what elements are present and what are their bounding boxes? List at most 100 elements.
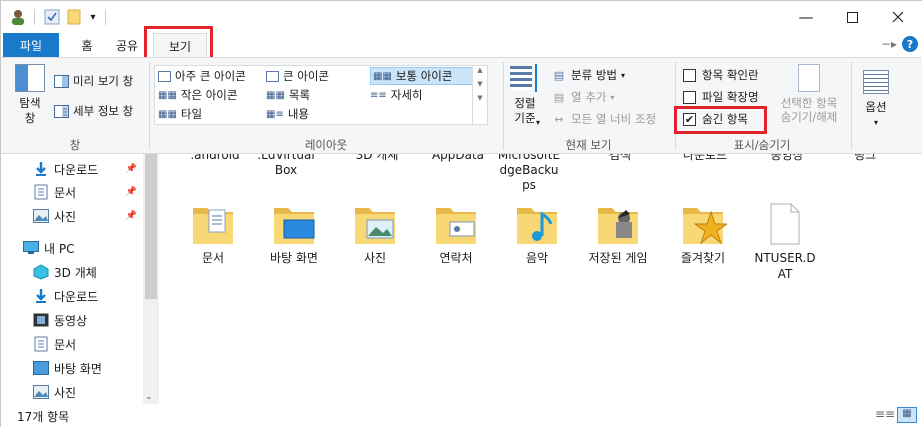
folder-item[interactable]: 연락처 bbox=[414, 200, 498, 266]
sidebar-item[interactable]: 문서 📌 bbox=[1, 181, 141, 203]
saved-games-folder-icon bbox=[594, 200, 642, 248]
minimize-button[interactable]: — bbox=[783, 1, 829, 33]
details-icon: ≡≡ bbox=[370, 89, 387, 101]
user-folder-icon bbox=[9, 8, 27, 26]
preview-pane-icon bbox=[53, 74, 69, 88]
sidebar-item[interactable]: 다운로드 📌 bbox=[1, 158, 141, 180]
layout-tiles[interactable]: ▦▦ 타일 bbox=[158, 105, 202, 123]
folder-item[interactable]: 사진 bbox=[333, 200, 417, 266]
help-icon[interactable]: ? bbox=[902, 36, 918, 52]
partial-item-label[interactable]: AppData bbox=[416, 154, 500, 163]
navigation-pane: 다운로드 📌 문서 📌 사진 📌 내 PC 3D 개체 다운로드 동영상 문서 바탕 화면 사진 ⌄ bbox=[1, 154, 159, 404]
sidebar-item[interactable]: 3D 개체 bbox=[1, 261, 141, 283]
documents-icon bbox=[33, 184, 49, 200]
file-name-extensions-checkbox[interactable] bbox=[683, 90, 696, 104]
folder-item-label: 연락처 bbox=[439, 251, 473, 265]
sidebar-item[interactable]: 문서 bbox=[1, 333, 141, 355]
scroll-down-icon[interactable]: ⌄ bbox=[145, 392, 153, 402]
extra-large-icons-icon bbox=[158, 70, 171, 82]
sidebar-item-label: 동영상 bbox=[54, 313, 88, 328]
group-by-button[interactable]: ▤ 분류 방법 ▾ bbox=[551, 66, 625, 84]
sidebar-item[interactable]: 동영상 bbox=[1, 309, 141, 331]
folder-item[interactable]: 바탕 화면 bbox=[252, 200, 336, 266]
folder-item[interactable]: 저장된 게임 bbox=[576, 200, 660, 266]
gallery-up-icon[interactable]: ▲ bbox=[473, 66, 487, 74]
navigation-pane-icon bbox=[15, 64, 45, 92]
sidebar-item[interactable]: 사진 📌 bbox=[1, 205, 141, 227]
large-icons-view-icon[interactable]: ▦ bbox=[897, 407, 917, 423]
folder-item-label: 사진 bbox=[363, 251, 387, 265]
folder-item-label: 즐겨찾기 bbox=[680, 251, 726, 265]
maximize-button[interactable] bbox=[829, 1, 875, 33]
pin-ribbon-icon[interactable]: −▸ bbox=[881, 37, 897, 51]
partial-item-label[interactable]: .android bbox=[173, 154, 257, 163]
navigation-pane-button[interactable]: 탐색 창 bbox=[9, 64, 51, 126]
sidebar-item[interactable]: 사진 bbox=[1, 381, 141, 403]
file-name-extensions-toggle[interactable]: 파일 확장명 bbox=[683, 88, 759, 106]
layout-large-icons[interactable]: 큰 아이콘 bbox=[266, 67, 329, 85]
partial-item-label[interactable]: 검색 bbox=[578, 154, 662, 163]
folder-item[interactable]: 즐겨찾기 bbox=[661, 200, 745, 266]
layout-small-icons[interactable]: ▦▦ 작은 아이콘 bbox=[158, 86, 237, 104]
sidebar-item[interactable]: 다운로드 bbox=[1, 285, 141, 307]
download-icon bbox=[33, 288, 49, 304]
gallery-down-icon[interactable]: ▼ bbox=[473, 80, 487, 88]
tab-share[interactable]: 공유 bbox=[107, 33, 147, 57]
sort-by-icon bbox=[510, 64, 540, 92]
folder-item[interactable]: 문서 bbox=[171, 200, 255, 266]
options-icon bbox=[863, 70, 889, 94]
layout-list[interactable]: ▦▦ 목록 bbox=[266, 86, 310, 104]
layout-medium-icons[interactable]: ▦▦ 보통 아이콘 bbox=[370, 67, 473, 85]
partial-item-label[interactable]: MicrosoftEdgeBackups bbox=[497, 154, 561, 193]
hide-selected-items-button[interactable]: 선택한 항목 숨기기/해제 bbox=[771, 64, 847, 124]
desktop-folder-icon bbox=[270, 200, 318, 248]
folder-item-label: 저장된 게임 bbox=[588, 251, 648, 265]
add-columns-button[interactable]: ▤ 열 추가 ▾ bbox=[551, 88, 615, 106]
partial-item-label[interactable]: .LdVirtualBox bbox=[254, 154, 318, 178]
preview-pane-button[interactable]: 미리 보기 창 bbox=[53, 72, 133, 90]
options-button[interactable]: 옵션 ▾ bbox=[857, 64, 895, 130]
sidebar-item-label: 바탕 화면 bbox=[54, 361, 102, 376]
partial-item-label[interactable]: 3D 개체 bbox=[335, 154, 419, 163]
folder-item-label: 바탕 화면 bbox=[270, 251, 318, 265]
sort-dropdown-icon[interactable]: ▾ bbox=[536, 118, 540, 127]
current-view-group-label: 현재 보기 bbox=[565, 138, 612, 152]
layout-group-label: 레이아웃 bbox=[304, 138, 348, 152]
sort-by-button[interactable]: 정렬 기준 bbox=[506, 64, 544, 126]
gallery-more-icon[interactable]: ▼ bbox=[473, 94, 487, 102]
group-by-icon: ▤ bbox=[553, 68, 565, 82]
layout-extra-large-icons[interactable]: 아주 큰 아이콘 bbox=[158, 67, 246, 85]
details-pane-button[interactable]: 세부 정보 창 bbox=[53, 102, 133, 120]
size-all-columns-button[interactable]: ↔ 모든 열 너비 조정 bbox=[551, 110, 656, 128]
properties-icon[interactable] bbox=[43, 8, 61, 26]
close-button[interactable] bbox=[875, 1, 921, 33]
details-view-icon[interactable]: ≡≡ bbox=[875, 407, 895, 421]
layout-details[interactable]: ≡≡ 자세히 bbox=[370, 86, 423, 104]
gallery-scroll[interactable]: ▲ ▼ ▼ bbox=[472, 66, 487, 124]
pin-icon: 📌 bbox=[125, 211, 137, 221]
tab-file[interactable]: 파일 bbox=[3, 33, 59, 57]
sidebar-item[interactable]: 내 PC bbox=[1, 237, 141, 259]
sidebar-item[interactable]: 바탕 화면 bbox=[1, 357, 141, 379]
partial-item-label[interactable]: 동영상 bbox=[745, 154, 829, 163]
partial-item-label[interactable]: 다운로드 bbox=[663, 154, 747, 163]
item-check-boxes-checkbox[interactable] bbox=[683, 68, 696, 82]
sidebar-item-label: 다운로드 bbox=[54, 289, 99, 304]
folder-item[interactable]: 음악 bbox=[495, 200, 579, 266]
new-folder-icon[interactable] bbox=[65, 8, 83, 26]
customize-quick-access-icon[interactable]: ▾ bbox=[87, 8, 99, 26]
partial-item-label[interactable]: 링크 bbox=[823, 154, 907, 163]
tab-home[interactable]: 홈 bbox=[67, 33, 107, 57]
folder-item[interactable]: NTUSER.DAT bbox=[743, 200, 827, 282]
pictures-folder-icon bbox=[351, 200, 399, 248]
layout-gallery: 아주 큰 아이콘 큰 아이콘 ▦▦ 보통 아이콘 ▦▦ 작은 아이콘 ▦▦ 목록 ≡≡… bbox=[154, 65, 488, 125]
nav-scrollbar[interactable]: ⌄ bbox=[143, 154, 159, 404]
sidebar-item-label: 문서 bbox=[54, 185, 77, 200]
hidden-items-highlight bbox=[674, 106, 767, 134]
nav-scrollbar-thumb[interactable] bbox=[145, 154, 157, 299]
item-check-boxes-toggle[interactable]: 항목 확인란 bbox=[683, 66, 759, 84]
details-pane-icon bbox=[53, 104, 69, 118]
layout-content[interactable]: ▦≡ 내용 bbox=[266, 105, 309, 123]
sidebar-item-label: 사진 bbox=[54, 209, 77, 224]
size-columns-icon: ↔ bbox=[554, 112, 564, 126]
